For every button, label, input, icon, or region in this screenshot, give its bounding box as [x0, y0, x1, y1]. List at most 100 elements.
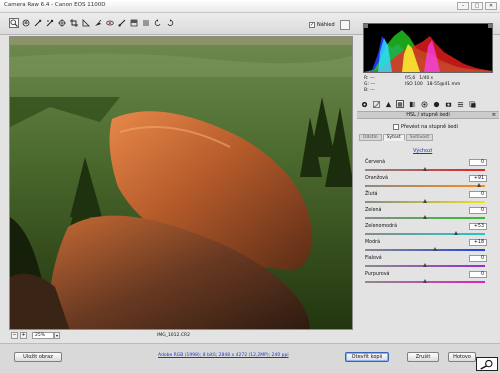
slider-track[interactable]: [365, 233, 485, 235]
preferences-icon[interactable]: [141, 18, 151, 28]
zoom-out-button[interactable]: −: [11, 332, 18, 339]
slider-magenta: Purpurová 0: [363, 270, 495, 286]
tab-saturation[interactable]: Sytost: [382, 134, 405, 141]
rotate-left-icon[interactable]: [153, 18, 163, 28]
slider-value-field[interactable]: 0: [469, 271, 487, 278]
slider-track[interactable]: [365, 249, 485, 251]
target-adjust-icon[interactable]: [57, 18, 67, 28]
tab-luminance[interactable]: Svítivost: [405, 134, 434, 141]
slider-value-field[interactable]: 0: [469, 191, 487, 198]
slider-orange: Oranžová +91: [363, 174, 495, 190]
search-icon: [476, 357, 498, 371]
slider-label: Fialová: [365, 256, 382, 261]
effects-icon[interactable]: [432, 100, 440, 108]
photo-landscape-rock: [10, 37, 352, 329]
slider-label: Zelená: [365, 208, 382, 213]
slider-label: Zelenomodrá: [365, 224, 398, 229]
right-panel: R: --- G: --- B: --- f/5,6 1/40 s ISO 100…: [357, 23, 499, 343]
graduated-filter-icon[interactable]: [129, 18, 139, 28]
spot-removal-icon[interactable]: [93, 18, 103, 28]
presets-icon[interactable]: [456, 100, 464, 108]
panel-menu-icon[interactable]: ≡: [492, 112, 496, 119]
window-title: Camera Raw 6.4 - Canon EOS 1100D: [4, 2, 106, 8]
slider-thumb[interactable]: [422, 279, 427, 283]
basic-panel-icon[interactable]: [360, 100, 368, 108]
slider-value-field[interactable]: 0: [469, 159, 487, 166]
exif-info: f/5,6 1/40 s ISO 100 18-55@41 mm: [405, 76, 460, 88]
close-icon[interactable]: ✕: [485, 2, 497, 10]
slider-thumb[interactable]: [422, 263, 427, 267]
rgb-readout: R: --- G: --- B: ---: [364, 76, 375, 94]
slider-thumb[interactable]: [454, 231, 459, 235]
tone-curve-icon[interactable]: [372, 100, 380, 108]
title-bar: Camera Raw 6.4 - Canon EOS 1100D – □ ✕: [0, 0, 500, 13]
footer-bar: Uložit obraz Adobe RGB (1998); 8 bitů; 2…: [0, 343, 500, 373]
slider-red: Červená 0: [363, 158, 495, 174]
slider-value-field[interactable]: 0: [469, 255, 487, 262]
slider-thumb[interactable]: [422, 199, 427, 203]
slider-thumb[interactable]: [433, 247, 438, 251]
minimize-icon[interactable]: –: [457, 2, 469, 10]
slider-label: Modrá: [365, 240, 381, 245]
convert-grayscale-checkbox[interactable]: Převést na stupně šedi: [393, 124, 458, 130]
focal-length: 18-55@41 mm: [426, 82, 461, 87]
adjustment-brush-icon[interactable]: [117, 18, 127, 28]
iso: ISO 100: [405, 82, 423, 87]
chevron-down-icon[interactable]: ▾: [54, 332, 60, 339]
camera-calibration-icon[interactable]: [444, 100, 452, 108]
hsl-icon[interactable]: [396, 100, 404, 108]
histogram: [363, 23, 493, 73]
panel-title: HSL / stupně šedi: [406, 112, 450, 118]
panel-tab-icons: [359, 99, 497, 109]
zoom-icon[interactable]: [9, 18, 19, 28]
split-toning-icon[interactable]: [408, 100, 416, 108]
straighten-icon[interactable]: [81, 18, 91, 28]
lens-corrections-icon[interactable]: [420, 100, 428, 108]
slider-label: Žlutá: [365, 192, 378, 197]
preview-checkbox-box[interactable]: ✓: [309, 22, 315, 28]
histogram-graph: [364, 24, 492, 72]
slider-thumb[interactable]: [422, 167, 427, 171]
slider-purple: Fialová 0: [363, 254, 495, 270]
fullscreen-icon[interactable]: [340, 20, 350, 30]
file-name: IMG_1012.CR2: [157, 333, 190, 338]
slider-label: Červená: [365, 160, 386, 165]
slider-label: Oranžová: [365, 176, 388, 181]
default-link[interactable]: Výchozí: [413, 148, 432, 154]
open-copy-button[interactable]: Otevřít kopii: [345, 352, 389, 362]
convert-grayscale-box[interactable]: [393, 124, 399, 130]
detail-icon[interactable]: [384, 100, 392, 108]
rotate-right-icon[interactable]: [165, 18, 175, 28]
cancel-button[interactable]: Zrušit: [407, 352, 439, 362]
zoom-bar: − + 25% ▾ IMG_1012.CR2: [9, 330, 353, 341]
zoom-level-select[interactable]: 25%: [32, 332, 54, 339]
color-sampler-icon[interactable]: [45, 18, 55, 28]
image-preview[interactable]: [9, 36, 353, 330]
slider-aqua: Zelenomodrá +53: [363, 222, 495, 238]
hsl-sliders: Červená 0 Oranžová +91 Žlutá 0 Zelená 0 Zelenomo…: [363, 158, 495, 286]
crop-icon[interactable]: [69, 18, 79, 28]
maximize-icon[interactable]: □: [471, 2, 483, 10]
panel-header: HSL / stupně šedi ≡: [357, 111, 499, 119]
slider-value-field[interactable]: +91: [469, 175, 487, 182]
b-readout: B: ---: [364, 88, 375, 93]
snapshots-icon[interactable]: [468, 100, 476, 108]
slider-value-field[interactable]: +53: [469, 223, 487, 230]
done-button[interactable]: Hotovo: [448, 352, 476, 362]
red-eye-icon[interactable]: [105, 18, 115, 28]
tab-hue[interactable]: Odstín: [359, 134, 382, 141]
slider-label: Purpurová: [365, 272, 390, 277]
preview-checkbox[interactable]: ✓ Náhled: [309, 22, 335, 28]
slider-thumb[interactable]: [422, 215, 427, 219]
slider-track[interactable]: [365, 185, 485, 187]
slider-value-field[interactable]: 0: [469, 207, 487, 214]
hand-icon[interactable]: [21, 18, 31, 28]
white-balance-icon[interactable]: [33, 18, 43, 28]
window-controls: – □ ✕: [457, 2, 497, 10]
save-image-button[interactable]: Uložit obraz: [14, 352, 62, 362]
slider-value-field[interactable]: +18: [469, 239, 487, 246]
slider-thumb[interactable]: [477, 183, 482, 187]
zoom-in-button[interactable]: +: [20, 332, 27, 339]
workflow-options-link[interactable]: Adobe RGB (1998); 8 bitů; 2848 x 4272 (1…: [158, 353, 289, 358]
preview-label: Náhled: [317, 22, 335, 28]
